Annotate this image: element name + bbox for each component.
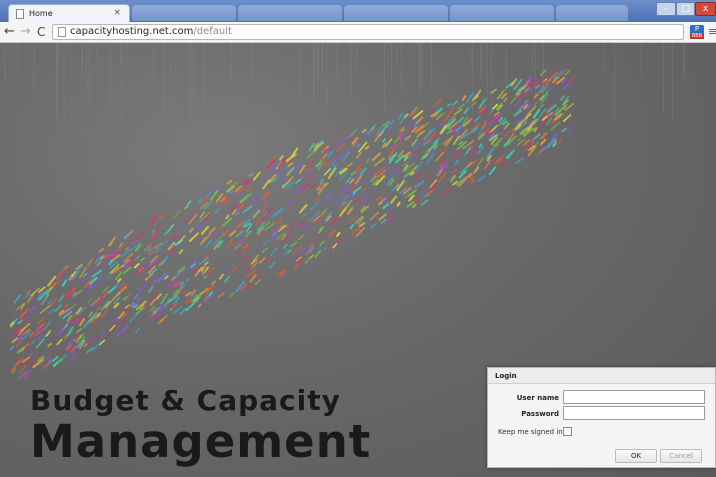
- keep-signed-in-checkbox[interactable]: [563, 427, 572, 436]
- login-dialog: Login User name Password Keep me signed …: [487, 367, 716, 468]
- back-icon[interactable]: ←: [4, 24, 15, 40]
- background-tab[interactable]: [238, 5, 342, 21]
- page-icon: [58, 27, 66, 37]
- minimize-button[interactable]: –: [656, 2, 676, 16]
- forward-icon[interactable]: →: [20, 24, 31, 40]
- cancel-button[interactable]: Cancel: [660, 449, 702, 463]
- headline-budget-capacity: Budget & Capacity: [30, 384, 341, 417]
- page-icon: [16, 9, 24, 19]
- login-title: Login: [488, 368, 715, 384]
- page-content: Budget & Capacity Management Login User …: [0, 43, 716, 477]
- url-host: capacityhosting.net.com: [70, 26, 194, 37]
- url-text: capacityhosting.net.com/default: [70, 25, 232, 39]
- menu-icon[interactable]: ≡: [708, 25, 716, 38]
- username-field[interactable]: [563, 390, 705, 404]
- password-field[interactable]: [563, 406, 705, 420]
- browser-window: Home × – □ x ← → C capacityhosting.net.c…: [0, 0, 716, 477]
- background-tab[interactable]: [450, 5, 554, 21]
- browser-toolbar: ← → C capacityhosting.net.com/default P …: [0, 22, 716, 43]
- username-label: User name: [516, 394, 559, 402]
- keep-signed-in-label: Keep me signed in: [498, 428, 563, 436]
- background-tab[interactable]: [556, 5, 628, 21]
- extension-badge: BBB: [690, 33, 704, 39]
- extension-icon[interactable]: P BBB: [690, 25, 704, 39]
- headline-management: Management: [30, 415, 372, 468]
- background-tab[interactable]: [344, 5, 448, 21]
- close-window-button[interactable]: x: [695, 2, 716, 16]
- address-bar[interactable]: capacityhosting.net.com/default: [52, 24, 684, 40]
- tab-home[interactable]: Home ×: [8, 4, 130, 22]
- ok-button[interactable]: OK: [615, 449, 657, 463]
- reload-icon[interactable]: C: [37, 24, 45, 40]
- maximize-button[interactable]: □: [676, 2, 695, 16]
- url-path: /default: [193, 26, 232, 37]
- extension-letter: P: [694, 25, 700, 33]
- close-tab-icon[interactable]: ×: [113, 8, 121, 18]
- tab-title: Home: [29, 9, 53, 18]
- tab-strip: Home × – □ x: [0, 0, 716, 22]
- background-tab[interactable]: [132, 5, 236, 21]
- password-label: Password: [521, 410, 559, 418]
